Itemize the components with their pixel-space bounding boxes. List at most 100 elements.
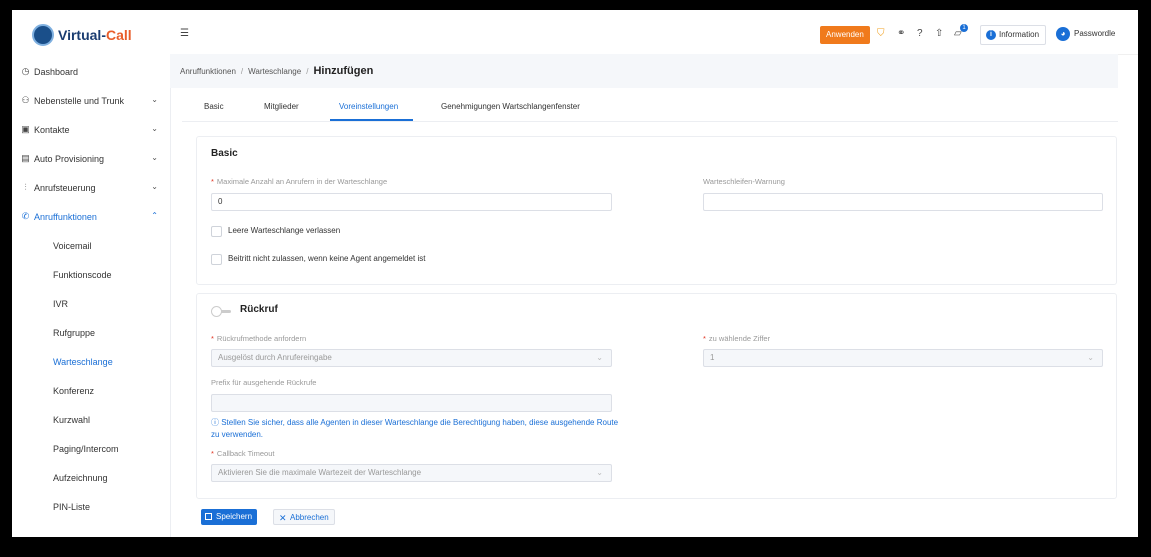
select-value: Ausgelöst durch Anrufereingabe	[218, 353, 332, 362]
sidebar-subitem-queue[interactable]: Warteschlange	[12, 347, 170, 376]
provisioning-icon: ▤	[21, 153, 30, 163]
sidebar-subitem-ivr[interactable]: IVR	[12, 289, 170, 318]
sidebar-subitem-recording[interactable]: Aufzeichnung	[12, 463, 170, 492]
avatar: ◕	[1056, 27, 1070, 41]
sidebar: Virtual-Call ◷ Dashboard ⚇ Nebenstelle u…	[12, 10, 171, 537]
phone-icon: ✆	[21, 211, 30, 221]
save-icon	[205, 513, 212, 520]
join-empty-checkbox[interactable]: Beitritt nicht zulassen, wenn keine Agen…	[211, 254, 426, 265]
sidebar-item-label: Auto Provisioning	[34, 153, 105, 164]
sidebar-subitem-ring-group[interactable]: Rufgruppe	[12, 318, 170, 347]
chevron-down-icon: ⌄	[1087, 353, 1094, 362]
select-value: 1	[710, 353, 715, 362]
sidebar-item-dashboard[interactable]: ◷ Dashboard	[12, 57, 170, 86]
sidebar-item-label: Anrufsteuerung	[34, 182, 96, 193]
select-value: Aktivieren Sie die maximale Wartezeit de…	[218, 468, 422, 477]
sidebar-item-label: Anruffunktionen	[34, 211, 97, 222]
callback-toggle[interactable]	[211, 306, 233, 317]
prefix-input[interactable]	[211, 394, 612, 412]
information-label: Information	[999, 30, 1040, 39]
chevron-down-icon: ⌄	[596, 353, 603, 362]
checkbox-box	[211, 254, 222, 265]
callback-method-select[interactable]: Ausgelöst durch Anrufereingabe ⌄	[211, 349, 612, 367]
app-window: Virtual-Call ◷ Dashboard ⚇ Nebenstelle u…	[12, 10, 1138, 537]
callback-method-label: * Rückrufmethode anfordern	[211, 334, 307, 343]
upload-icon[interactable]: ⇧	[935, 28, 943, 39]
notification-badge: 1	[960, 24, 968, 32]
sidebar-subitem-feature-code[interactable]: Funktionscode	[12, 260, 170, 289]
page-title: Hinzufügen	[313, 65, 374, 77]
checkbox-box	[211, 226, 222, 237]
info-icon: i	[986, 30, 996, 40]
save-button[interactable]: Speichern	[201, 509, 258, 525]
handshake-icon[interactable]: ⚭	[897, 28, 905, 39]
checkbox-label: Leere Warteschlange verlassen	[228, 226, 341, 235]
tab-members[interactable]: Mitglieder	[264, 102, 299, 111]
breadcrumb-separator: /	[306, 66, 309, 76]
toggle-knob	[211, 306, 222, 317]
breadcrumb-separator: /	[240, 66, 244, 76]
leave-empty-checkbox[interactable]: Leere Warteschlange verlassen	[211, 226, 341, 237]
sidebar-item-extensions[interactable]: ⚇ Nebenstelle und Trunk ⌄	[12, 86, 170, 115]
section-title: Rückruf	[240, 304, 278, 315]
queue-warning-input[interactable]	[703, 193, 1103, 211]
chevron-down-icon: ⌄	[151, 153, 158, 162]
contacts-icon: ▣	[21, 124, 30, 134]
tab-permissions[interactable]: Genehmigungen Wartschlangenfenster	[441, 102, 580, 111]
section-title: Basic	[211, 148, 238, 159]
digit-select[interactable]: 1 ⌄	[703, 349, 1103, 367]
sidebar-item-call-control[interactable]: ⫶ Anrufsteuerung ⌄	[12, 173, 170, 202]
extension-icon: ⚇	[21, 95, 30, 105]
save-label: Speichern	[216, 512, 253, 521]
sidebar-item-label: Dashboard	[34, 66, 79, 77]
sidebar-item-call-features[interactable]: ✆ Anruffunktionen ⌃	[12, 202, 170, 231]
user-name: Passwordle	[1074, 29, 1116, 38]
callback-section: Rückruf * Rückrufmethode anfordern Ausgel…	[196, 293, 1117, 499]
sidebar-nav: ◷ Dashboard ⚇ Nebenstelle und Trunk ⌄ ▣ …	[12, 57, 170, 521]
checkbox-label: Beitritt nicht zulassen, wenn keine Agen…	[228, 254, 426, 263]
chevron-up-icon: ⌃	[151, 211, 158, 220]
callback-timeout-select[interactable]: Aktivieren Sie die maximale Wartezeit de…	[211, 464, 612, 482]
chevron-down-icon: ⌄	[151, 95, 158, 104]
breadcrumb-item[interactable]: Anruffunktionen	[180, 67, 236, 76]
sidebar-subitem-speed-dial[interactable]: Kurzwahl	[12, 405, 170, 434]
basic-section: Basic * Maximale Anzahl an Anrufern in de…	[196, 136, 1117, 285]
call-control-icon: ⫶	[24, 182, 27, 192]
logo-mark-icon	[32, 24, 54, 46]
cancel-label: Abbrechen	[290, 513, 329, 522]
permission-hint: ⓘ Stellen Sie sicher, dass alle Agenten …	[211, 418, 619, 439]
sidebar-subitem-voicemail[interactable]: Voicemail	[12, 231, 170, 260]
chevron-down-icon: ⌄	[151, 182, 158, 191]
information-button[interactable]: i Information	[980, 25, 1047, 45]
sidebar-subitem-paging[interactable]: Paging/Intercom	[12, 434, 170, 463]
apply-button[interactable]: Anwenden	[820, 26, 870, 44]
sidebar-item-label: Nebenstelle und Trunk	[34, 95, 125, 106]
breadcrumb-item[interactable]: Warteschlange	[248, 67, 301, 76]
chevron-down-icon: ⌄	[151, 124, 158, 133]
sidebar-item-label: Kontakte	[34, 124, 70, 135]
max-callers-input[interactable]: 0	[211, 193, 612, 211]
menu-toggle-icon[interactable]: ☰	[180, 28, 189, 39]
max-callers-label: * Maximale Anzahl an Anrufern in der Wart…	[211, 177, 388, 186]
shield-icon[interactable]: ⛉	[877, 28, 885, 39]
cancel-button[interactable]: ✕ Abbrechen	[273, 509, 335, 525]
queue-warning-label: Warteschleifen-Warnung	[703, 177, 785, 186]
sidebar-item-auto-provisioning[interactable]: ▤ Auto Provisioning ⌄	[12, 144, 170, 173]
help-icon[interactable]: ?	[917, 28, 923, 39]
logo[interactable]: Virtual-Call	[32, 24, 132, 46]
chevron-down-icon: ⌄	[596, 468, 603, 477]
tab-active-indicator	[330, 119, 413, 121]
breadcrumb: Anruffunktionen / Warteschlange / Hinzuf…	[170, 54, 1118, 88]
sidebar-subitem-conference[interactable]: Konferenz	[12, 376, 170, 405]
tab-bar: Basic Mitglieder Voreinstellungen Genehm…	[182, 88, 1118, 122]
tab-basic[interactable]: Basic	[204, 102, 224, 111]
tab-presettings[interactable]: Voreinstellungen	[339, 102, 398, 111]
prefix-label: Prefix für ausgehende Rückrufe	[211, 378, 317, 387]
digit-label: * zu wählende Ziffer	[703, 334, 771, 343]
callback-timeout-label: * Callback Timeout	[211, 449, 275, 458]
user-menu[interactable]: ◕ Passwordle	[1056, 25, 1115, 43]
sidebar-subitem-pin-list[interactable]: PIN-Liste	[12, 492, 170, 521]
sidebar-item-contacts[interactable]: ▣ Kontakte ⌄	[12, 115, 170, 144]
dashboard-icon: ◷	[21, 66, 30, 76]
logo-text: Virtual-Call	[58, 27, 132, 43]
